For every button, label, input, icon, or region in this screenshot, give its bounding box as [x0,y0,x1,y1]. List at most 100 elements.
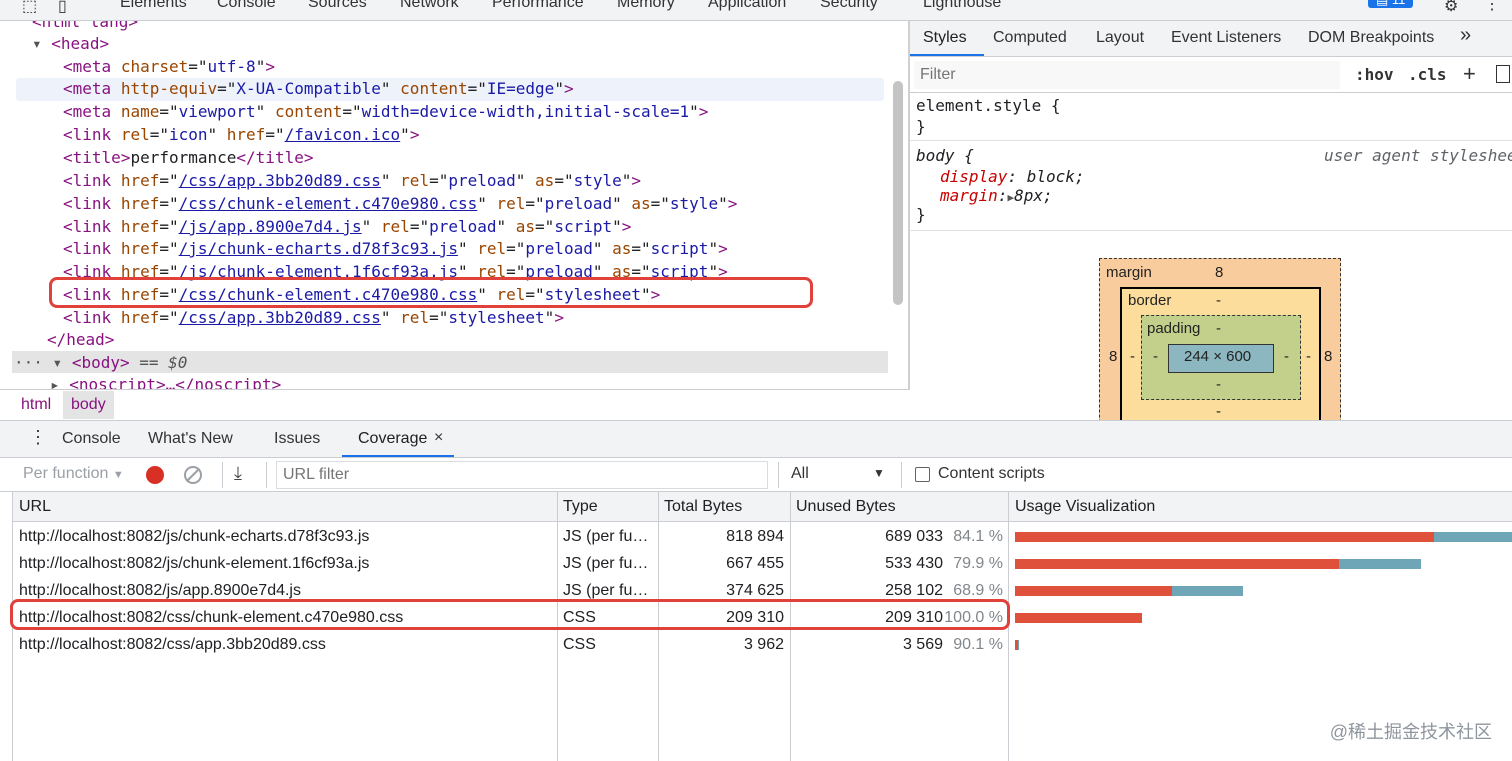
cls-toggle[interactable]: .cls [1408,65,1447,84]
header-type[interactable]: Type [563,498,598,516]
tab-application[interactable]: Application [708,0,786,12]
device-toolbar-icon[interactable]: ▯ [58,0,67,16]
box-border-right[interactable]: - [1306,348,1311,365]
dom-meta-http-equiv[interactable]: <meta http-equiv="X-UA-Compatible" conte… [63,78,574,100]
dom-line-html[interactable]: <html lang> [32,21,138,33]
box-border-bottom[interactable]: - [1216,403,1221,420]
table-row[interactable]: http://localhost:8082/js/chunk-echarts.d… [13,523,1512,550]
toolbar-divider [222,462,223,488]
dom-title[interactable]: <title>performance</title> [63,147,313,169]
type-filter-select[interactable]: All [791,465,809,483]
stylesheet-href-link[interactable]: /css/app.3bb20d89.css [179,308,381,327]
tab-memory[interactable]: Memory [617,0,675,12]
tab-computed[interactable]: Computed [993,29,1067,47]
tab-performance[interactable]: Performance [492,0,584,12]
header-url[interactable]: URL [19,498,51,516]
dom-link-preload[interactable]: <link href="/js/chunk-echarts.d78f3c93.j… [63,238,728,260]
inspect-icon[interactable]: ⬚ [22,0,37,16]
tab-styles[interactable]: Styles [923,29,967,47]
element-style-rule[interactable]: element.style { [916,96,1061,115]
body-rule-selector[interactable]: body { [916,146,974,165]
dom-line-noscript[interactable]: ▸ <noscript>…</noscript> [50,374,281,389]
header-usage-visualization[interactable]: Usage Visualization [1015,498,1155,516]
close-coverage-icon[interactable]: × [434,429,443,447]
drawer-tab-issues[interactable]: Issues [274,430,320,448]
tab-console[interactable]: Console [217,0,276,12]
per-function-select[interactable]: Per function ▼ [23,465,124,483]
usage-bar-used [1339,559,1421,569]
expand-triangle-icon[interactable]: ▾ [32,34,42,53]
breadcrumb-body[interactable]: body [63,391,114,419]
table-row[interactable]: http://localhost:8082/js/chunk-element.1… [13,550,1512,577]
favicon-link[interactable]: /favicon.ico [285,125,401,144]
dom-link-preload[interactable]: <link href="/css/app.3bb20d89.css" rel="… [63,170,641,192]
tab-event-listeners[interactable]: Event Listeners [1171,29,1281,47]
box-content-size[interactable]: 244 × 600 [1184,348,1251,365]
tab-lighthouse[interactable]: Lighthouse [923,0,1001,12]
margin-declaration[interactable]: margin:▶8px; [940,186,1053,205]
box-padding-right[interactable]: - [1284,348,1289,365]
url-filter-input[interactable] [276,461,768,489]
usage-bar-used [1017,640,1019,650]
dom-line-head[interactable]: ▾ <head> [32,33,109,55]
tab-dom-breakpoints[interactable]: DOM Breakpoints [1308,29,1434,47]
tab-network[interactable]: Network [400,0,459,12]
preload-href-link[interactable]: /css/chunk-element.c470e980.css [179,194,478,213]
drawer-tab-whats-new[interactable]: What's New [148,430,233,448]
box-border-left[interactable]: - [1130,348,1135,365]
new-style-rule-button[interactable]: + [1463,61,1476,87]
issues-badge[interactable]: ▤ 11 [1368,0,1414,8]
toggle-sidebar-icon[interactable] [1496,65,1510,83]
settings-gear-icon[interactable]: ⚙ [1444,0,1458,16]
body-rule-close: } [916,205,926,224]
elements-scrollbar[interactable] [893,81,903,305]
box-padding-left[interactable]: - [1153,348,1158,365]
display-declaration[interactable]: display: block; [940,167,1085,186]
breadcrumb-html[interactable]: html [21,396,51,414]
header-total-bytes[interactable]: Total Bytes [664,498,742,516]
dom-line-body[interactable]: ··· ▾ <body> == $0 [14,352,187,374]
content-scripts-checkbox[interactable] [915,467,930,482]
dom-link-stylesheet[interactable]: <link href="/css/app.3bb20d89.css" rel="… [63,307,564,329]
user-agent-stylesheet-label: user agent stylesheet [1324,146,1512,165]
box-margin-right[interactable]: 8 [1324,348,1332,365]
dom-link-preload[interactable]: <link href="/js/app.8900e7d4.js" rel="pr… [63,216,631,238]
tab-layout[interactable]: Layout [1096,29,1144,47]
box-padding-top[interactable]: - [1216,320,1221,337]
preload-href-link[interactable]: /css/app.3bb20d89.css [179,171,381,190]
tab-elements[interactable]: Elements [120,0,187,12]
drawer-menu-icon[interactable]: ⋮ [29,427,47,448]
tab-sources[interactable]: Sources [308,0,367,12]
styles-filter-input[interactable] [914,61,1340,89]
box-padding-bottom[interactable]: - [1216,376,1221,393]
drawer-tab-coverage[interactable]: Coverage [358,430,427,448]
collapsed-triangle-icon[interactable]: ▸ [50,375,60,389]
more-tabs-icon[interactable]: » [1460,24,1471,47]
drawer-tab-console[interactable]: Console [62,430,121,448]
preload-href-link[interactable]: /js/app.8900e7d4.js [179,217,362,236]
dom-link-icon[interactable]: <link rel="icon" href="/favicon.ico"> [63,124,419,146]
box-border-top[interactable]: - [1216,292,1221,309]
dom-meta-charset[interactable]: <meta charset="utf-8"> [63,56,275,78]
dom-meta-viewport[interactable]: <meta name="viewport" content="width=dev… [63,101,708,123]
more-menu-icon[interactable]: ⋮ [1484,0,1500,14]
dom-link-preload[interactable]: <link href="/css/chunk-element.c470e980.… [63,193,737,215]
header-unused-bytes[interactable]: Unused Bytes [796,498,896,516]
table-row[interactable]: http://localhost:8082/css/app.3bb20d89.c… [13,631,1512,658]
box-margin-left[interactable]: 8 [1109,348,1117,365]
export-download-icon[interactable]: ⤓ [234,463,242,484]
type-dropdown-arrow-icon[interactable]: ▼ [873,466,885,480]
record-icon[interactable] [146,466,164,484]
box-margin-top[interactable]: 8 [1215,264,1223,281]
dropdown-arrow-icon: ▼ [112,469,124,481]
cell-total-bytes: 3 962 [743,636,784,653]
tab-security[interactable]: Security [820,0,878,12]
hov-toggle[interactable]: :hov [1355,65,1394,84]
dom-head-close[interactable]: </head> [47,329,114,351]
cell-total-bytes: 818 894 [726,528,784,545]
toolbar-divider [901,462,902,488]
preload-href-link[interactable]: /js/chunk-echarts.d78f3c93.js [179,239,458,258]
rule-divider [910,140,1512,141]
usage-bar-used [1433,532,1512,542]
clear-icon[interactable] [184,466,202,484]
